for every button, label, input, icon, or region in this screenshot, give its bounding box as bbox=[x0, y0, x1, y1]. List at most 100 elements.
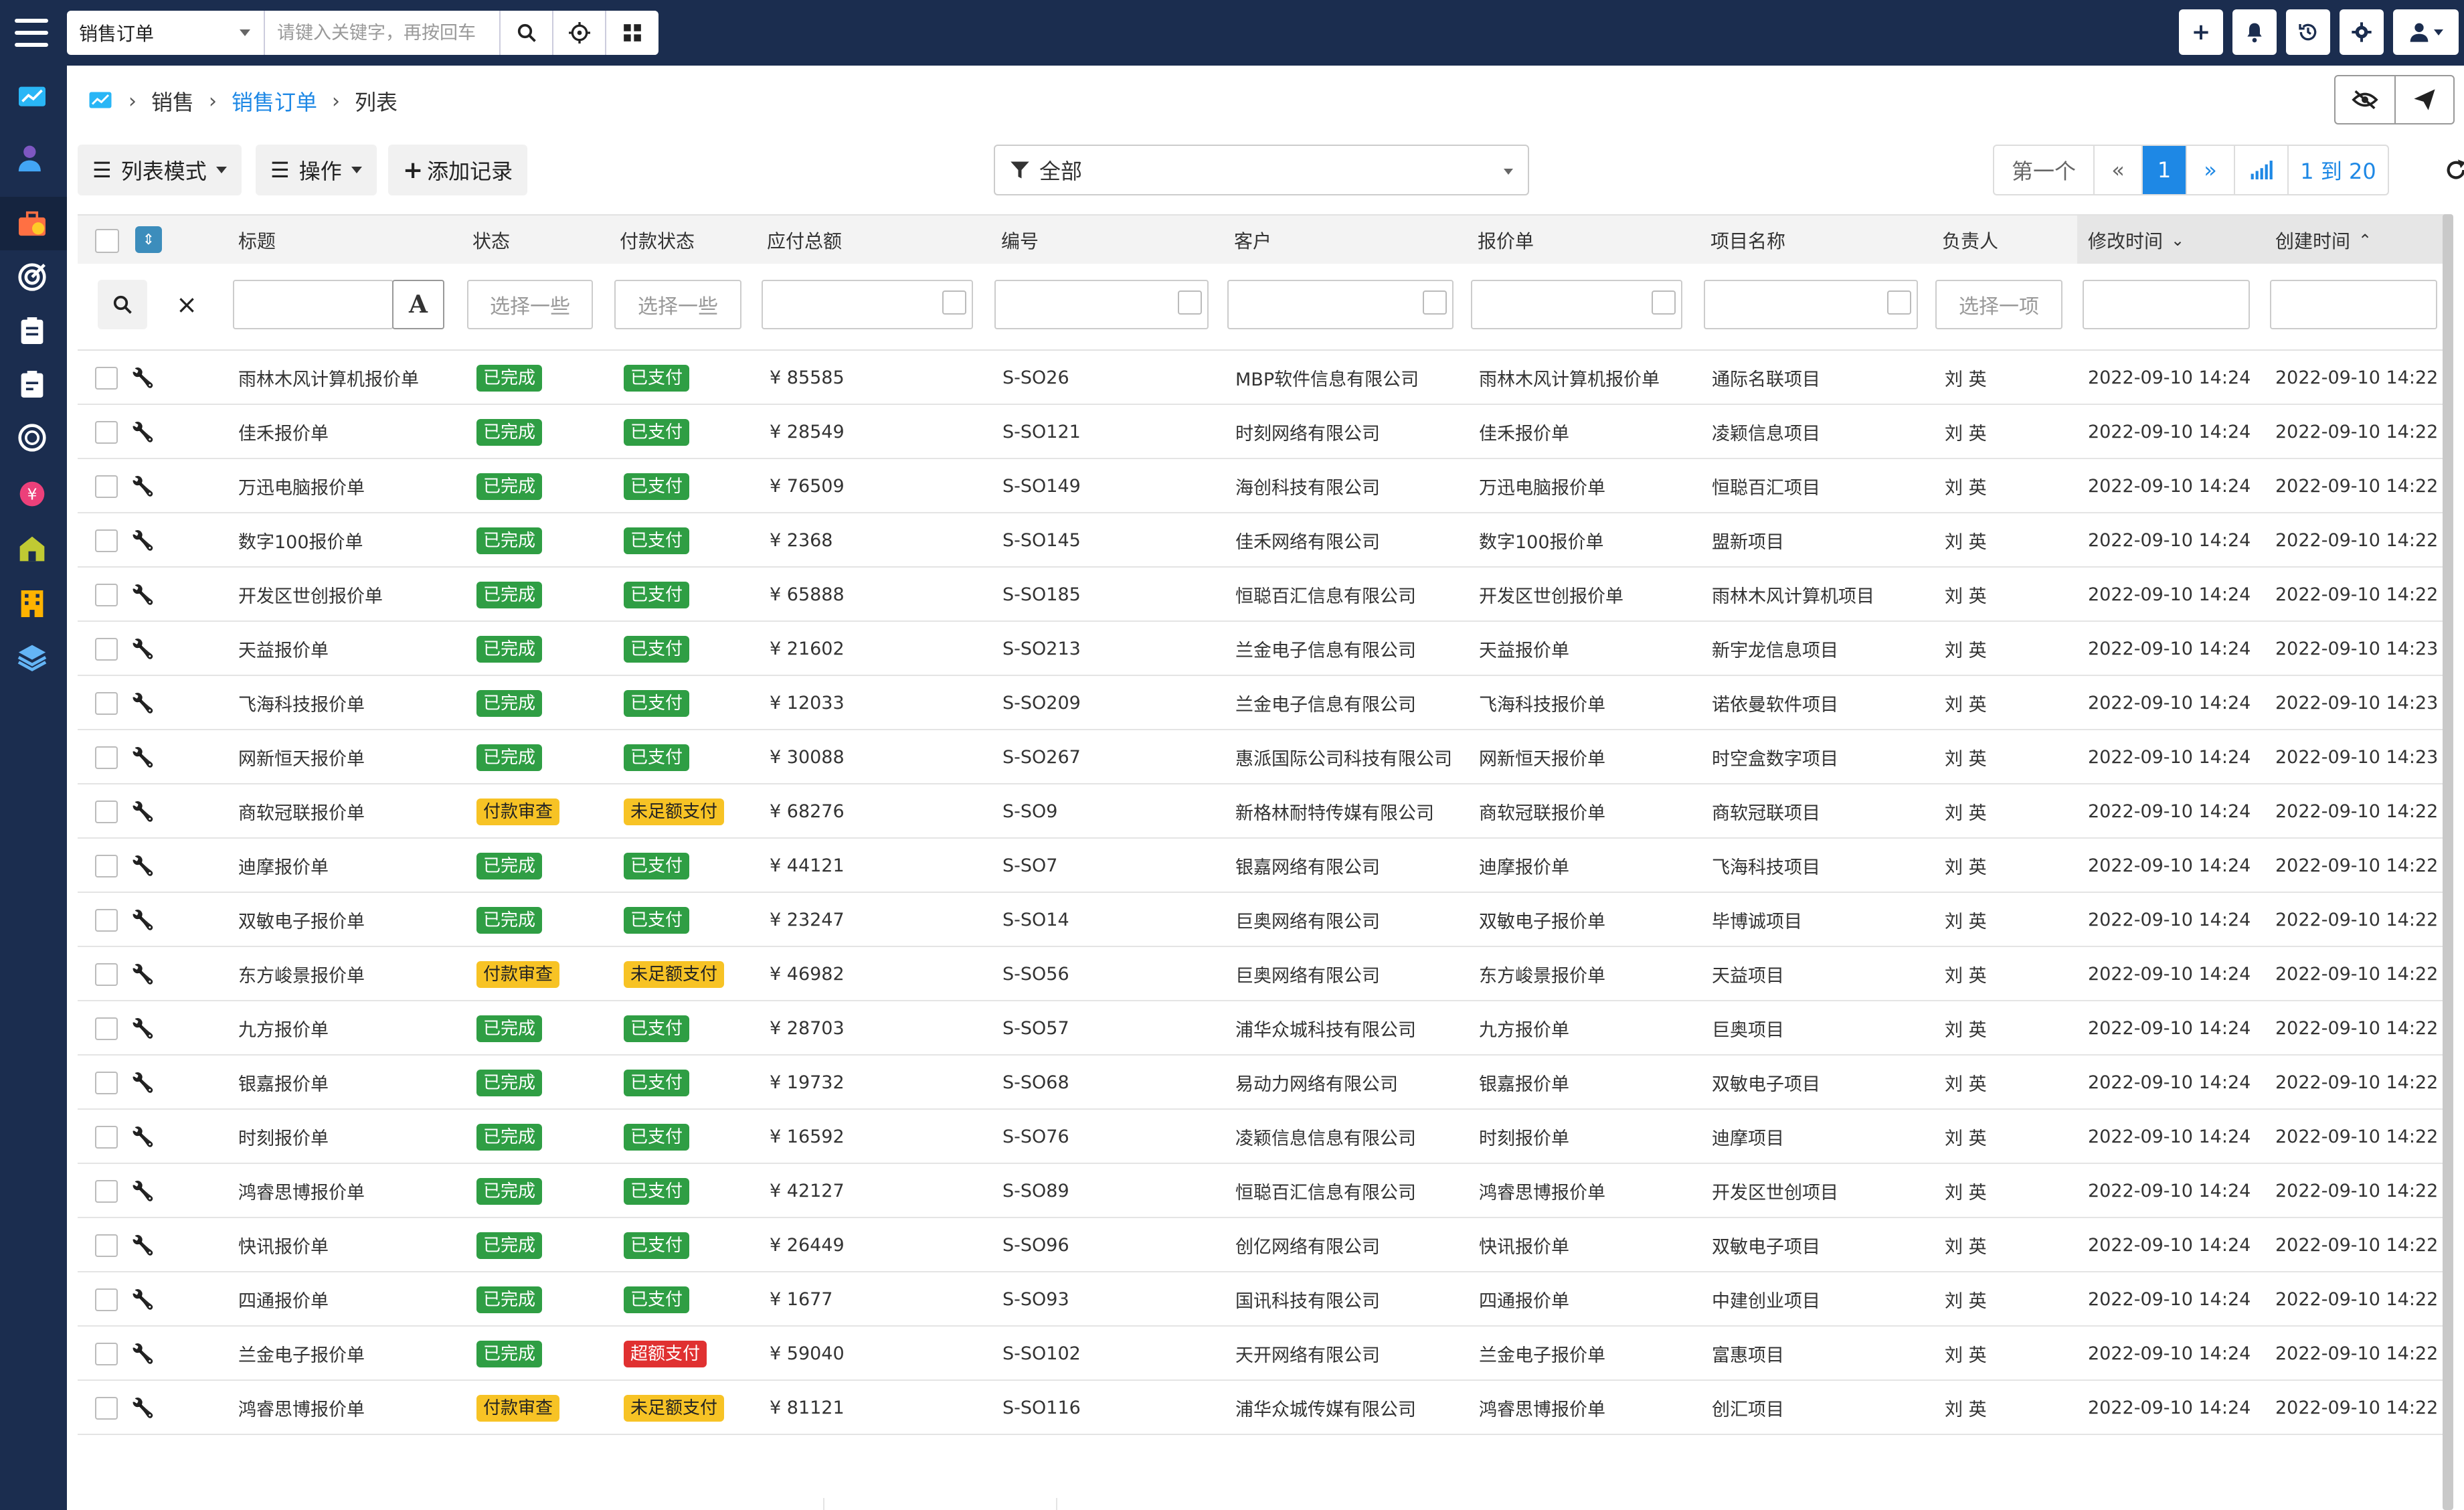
table-row[interactable]: 🔧 万迅电脑报价单 已完成 已支付 ¥ 76509 S-SO149 海创科技有限公司 万迅电脑… bbox=[78, 459, 2451, 513]
cell-title[interactable]: 鸿睿思博报价单 bbox=[238, 1164, 365, 1218]
row-checkbox[interactable] bbox=[95, 855, 118, 877]
column-header-owner[interactable]: 负责人 bbox=[1942, 216, 1998, 265]
row-checkbox[interactable] bbox=[95, 475, 118, 498]
breadcrumb-item-sales-orders[interactable]: 销售订单 bbox=[232, 86, 317, 116]
column-settings-button[interactable]: ⇕ bbox=[135, 226, 162, 253]
create-button[interactable]: + bbox=[2179, 9, 2223, 55]
sidebar-item-quotes[interactable] bbox=[15, 313, 50, 348]
cell-title[interactable]: 天益报价单 bbox=[238, 622, 329, 676]
row-checkbox[interactable] bbox=[95, 963, 118, 986]
table-row[interactable]: 🔧 银嘉报价单 已完成 已支付 ¥ 19732 S-SO68 易动力网络有限公司 银嘉报价单 双… bbox=[78, 1056, 2451, 1110]
locate-button[interactable] bbox=[552, 11, 605, 55]
view-filter-select[interactable]: 全部 bbox=[994, 145, 1529, 195]
row-checkbox[interactable] bbox=[95, 529, 118, 552]
row-checkbox[interactable] bbox=[95, 1397, 118, 1420]
table-row[interactable]: 🔧 雨林木风计算机报价单 已完成 已支付 ¥ 85585 S-SO26 MBP软件信息有限公… bbox=[78, 351, 2451, 405]
sidebar-item-store[interactable] bbox=[15, 531, 50, 566]
sidebar-item-company[interactable] bbox=[15, 586, 50, 621]
column-header-quote[interactable]: 报价单 bbox=[1478, 216, 1534, 265]
sidebar-item-goals[interactable] bbox=[15, 260, 50, 295]
prev-page-button[interactable]: « bbox=[2095, 146, 2143, 194]
wrench-icon[interactable]: 🔧 bbox=[131, 1381, 155, 1435]
filter-created-input[interactable] bbox=[2270, 280, 2437, 329]
wrench-icon[interactable]: 🔧 bbox=[131, 893, 155, 947]
wrench-icon[interactable]: 🔧 bbox=[131, 1272, 155, 1327]
wrench-icon[interactable]: 🔧 bbox=[131, 676, 155, 730]
filter-customer-checkbox[interactable] bbox=[1423, 290, 1447, 315]
column-header-title[interactable]: 标题 bbox=[238, 216, 276, 265]
table-row[interactable]: 🔧 商软冠联报价单 付款审查 未足额支付 ¥ 68276 S-SO9 新格林耐特传媒有限公司… bbox=[78, 784, 2451, 839]
wrench-icon[interactable]: 🔧 bbox=[131, 459, 155, 513]
wrench-icon[interactable]: 🔧 bbox=[131, 784, 155, 839]
table-row[interactable]: 🔧 兰金电子报价单 已完成 超额支付 ¥ 59040 S-SO102 天开网络有限公司 兰金电… bbox=[78, 1327, 2451, 1381]
table-row[interactable]: 🔧 九方报价单 已完成 已支付 ¥ 28703 S-SO57 浦华众城科技有限公司 九方报价单… bbox=[78, 1001, 2451, 1056]
menu-icon[interactable] bbox=[15, 19, 48, 47]
sidebar-item-sales[interactable] bbox=[15, 206, 50, 241]
cell-title[interactable]: 飞海科技报价单 bbox=[238, 676, 365, 730]
module-select[interactable]: 销售订单 bbox=[67, 11, 265, 55]
row-checkbox[interactable] bbox=[95, 584, 118, 606]
filter-customer-input[interactable] bbox=[1227, 280, 1454, 329]
filter-quote-input[interactable] bbox=[1471, 280, 1682, 329]
row-checkbox[interactable] bbox=[95, 1072, 118, 1094]
cell-title[interactable]: 快讯报价单 bbox=[238, 1218, 329, 1272]
row-checkbox[interactable] bbox=[95, 421, 118, 444]
history-button[interactable] bbox=[2286, 9, 2330, 55]
filter-code-input[interactable] bbox=[994, 280, 1209, 329]
filter-amount-checkbox[interactable] bbox=[942, 290, 966, 315]
filter-title-input[interactable] bbox=[233, 280, 393, 329]
table-row[interactable]: 🔧 佳禾报价单 已完成 已支付 ¥ 28549 S-SO121 时刻网络有限公司 佳禾报价单 凌… bbox=[78, 405, 2451, 459]
current-page-button[interactable]: 1 bbox=[2143, 146, 2187, 194]
column-header-customer[interactable]: 客户 bbox=[1234, 216, 1271, 265]
home-icon[interactable] bbox=[87, 90, 114, 112]
filter-pay-status-select[interactable]: 选择一些 bbox=[614, 280, 741, 329]
next-page-button[interactable]: » bbox=[2187, 146, 2235, 194]
cell-title[interactable]: 网新恒天报价单 bbox=[238, 730, 365, 784]
filter-status-select[interactable]: 选择一些 bbox=[467, 280, 593, 329]
sidebar-item-finance[interactable] bbox=[15, 420, 50, 455]
wrench-icon[interactable]: 🔧 bbox=[131, 405, 155, 459]
row-checkbox[interactable] bbox=[95, 1126, 118, 1149]
wrench-icon[interactable]: 🔧 bbox=[131, 622, 155, 676]
notifications-button[interactable] bbox=[2232, 9, 2277, 55]
row-checkbox[interactable] bbox=[95, 1180, 118, 1203]
column-header-pay-status[interactable]: 付款状态 bbox=[620, 216, 695, 265]
cell-title[interactable]: 四通报价单 bbox=[238, 1272, 329, 1327]
filter-clear-button[interactable]: × bbox=[162, 280, 211, 329]
row-checkbox[interactable] bbox=[95, 801, 118, 823]
table-row[interactable]: 🔧 天益报价单 已完成 已支付 ¥ 21602 S-SO213 兰金电子信息有限公司 天益报价… bbox=[78, 622, 2451, 676]
wrench-icon[interactable]: 🔧 bbox=[131, 730, 155, 784]
table-row[interactable]: 🔧 开发区世创报价单 已完成 已支付 ¥ 65888 S-SO185 恒聪百汇信息有限公司 开… bbox=[78, 568, 2451, 622]
row-checkbox[interactable] bbox=[95, 638, 118, 661]
cell-title[interactable]: 商软冠联报价单 bbox=[238, 784, 365, 839]
wrench-icon[interactable]: 🔧 bbox=[131, 513, 155, 568]
table-row[interactable]: 🔧 鸿睿思博报价单 付款审查 未足额支付 ¥ 81121 S-SO116 浦华众城传媒有限公… bbox=[78, 1381, 2451, 1435]
table-row[interactable]: 🔧 快讯报价单 已完成 已支付 ¥ 26449 S-SO96 创亿网络有限公司 快讯报价单 双敏… bbox=[78, 1218, 2451, 1272]
filter-modified-input[interactable] bbox=[2083, 280, 2250, 329]
sidebar-item-invoices[interactable] bbox=[15, 367, 50, 402]
first-page-button[interactable]: 第一个 bbox=[1994, 146, 2095, 194]
cell-title[interactable]: 迪摩报价单 bbox=[238, 839, 329, 893]
column-header-project[interactable]: 项目名称 bbox=[1710, 216, 1785, 265]
breadcrumb-item-sales[interactable]: 销售 bbox=[151, 86, 194, 116]
cell-title[interactable]: 鸿睿思博报价单 bbox=[238, 1381, 365, 1435]
wrench-icon[interactable]: 🔧 bbox=[131, 351, 155, 405]
apps-button[interactable] bbox=[605, 11, 658, 55]
table-row[interactable]: 🔧 四通报价单 已完成 已支付 ¥ 1677 S-SO93 国讯科技有限公司 四通报价单 中建创… bbox=[78, 1272, 2451, 1327]
column-header-status[interactable]: 状态 bbox=[472, 216, 510, 265]
page-size-button[interactable] bbox=[2235, 146, 2289, 194]
cell-title[interactable]: 数字100报价单 bbox=[238, 513, 363, 568]
sidebar-item-payments[interactable]: ¥ bbox=[15, 477, 50, 511]
row-checkbox[interactable] bbox=[95, 1017, 118, 1040]
table-row[interactable]: 🔧 时刻报价单 已完成 已支付 ¥ 16592 S-SO76 凌颖信息信息有限公司 时刻报价单… bbox=[78, 1110, 2451, 1164]
settings-button[interactable] bbox=[2340, 9, 2384, 55]
table-row[interactable]: 🔧 网新恒天报价单 已完成 已支付 ¥ 30088 S-SO267 惠派国际公司科技有限公司… bbox=[78, 730, 2451, 784]
sidebar-item-layers[interactable] bbox=[15, 640, 50, 675]
cell-title[interactable]: 时刻报价单 bbox=[238, 1110, 329, 1164]
send-button[interactable] bbox=[2394, 76, 2453, 123]
cell-title[interactable]: 九方报价单 bbox=[238, 1001, 329, 1056]
table-row[interactable]: 🔧 迪摩报价单 已完成 已支付 ¥ 44121 S-SO7 银嘉网络有限公司 迪摩报价单 飞海科… bbox=[78, 839, 2451, 893]
column-header-amount[interactable]: 应付总额 bbox=[767, 216, 842, 265]
column-header-modified[interactable]: 修改时间 ⌄ bbox=[2077, 216, 2265, 265]
filter-project-checkbox[interactable] bbox=[1887, 290, 1911, 315]
